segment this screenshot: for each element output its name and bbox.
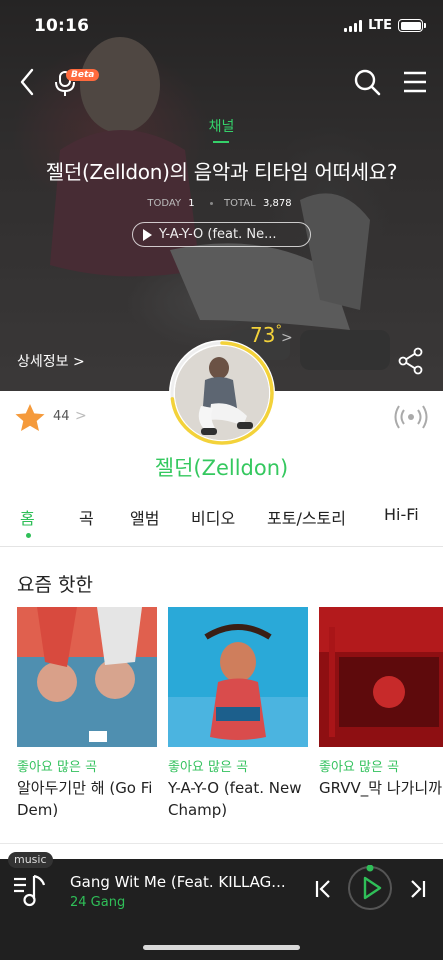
album-cover (17, 607, 157, 747)
temperature-chevron-icon: > (281, 330, 293, 346)
detail-info-link[interactable]: 상세정보 > (17, 351, 85, 371)
card-tag: 좋아요 많은 곡 (319, 760, 400, 775)
featured-song-button[interactable]: Y-A-Y-O (feat. Ne... (132, 222, 311, 247)
play-button[interactable] (347, 865, 393, 911)
card-tag: 좋아요 많은 곡 (168, 760, 249, 775)
battery-icon (398, 19, 426, 32)
back-icon[interactable] (14, 66, 42, 98)
trending-card[interactable]: 좋아요 많은 곡 GRVV_막 나가니까 (319, 607, 443, 797)
album-cover (168, 607, 308, 747)
artist-avatar-ring[interactable] (169, 340, 275, 446)
tab-photo-story[interactable]: 포토/스토리 (267, 505, 346, 529)
search-icon[interactable] (352, 67, 382, 97)
today-label: TODAY (147, 198, 182, 209)
status-bar: 10:16 LTE (0, 0, 443, 54)
card-title: 알아두기만 해 (Go Fi Dem) (17, 779, 153, 819)
fan-count[interactable]: 44 (53, 409, 70, 424)
tab-albums[interactable]: 앨범 (130, 505, 159, 529)
active-tab-indicator (26, 533, 31, 538)
play-icon (143, 228, 152, 241)
cellular-signal-icon (344, 19, 363, 32)
playlist-icon[interactable] (12, 872, 48, 908)
tabs-divider (0, 546, 443, 547)
channel-label: 채널 (208, 119, 235, 135)
tab-home[interactable]: 홈 (20, 505, 35, 529)
status-time: 10:16 (34, 16, 90, 36)
total-label: TOTAL (224, 198, 256, 209)
visit-stats: TODAY 1 TOTAL 3,878 (0, 198, 443, 209)
share-icon[interactable] (398, 347, 424, 375)
tab-hifi[interactable]: Hi-Fi (384, 505, 419, 524)
total-value: 3,878 (262, 198, 292, 209)
now-playing-title[interactable]: Gang Wit Me (Feat. KILLAG... (70, 873, 300, 891)
home-indicator (143, 945, 300, 950)
previous-track-icon[interactable] (312, 877, 336, 901)
featured-song-title: Y-A-Y-O (feat. Ne... (159, 227, 277, 242)
album-cover (319, 607, 443, 747)
card-title: GRVV_막 나가니까 (319, 779, 443, 797)
fan-count-chevron-icon: > (75, 408, 87, 424)
section-title: 요즘 핫한 (17, 574, 93, 596)
status-indicators: LTE (344, 18, 426, 33)
star-icon[interactable] (14, 402, 46, 434)
card-title: Y-A-Y-O (feat. New Champ) (168, 779, 302, 819)
beta-badge: Beta (66, 69, 100, 81)
network-type: LTE (368, 18, 392, 33)
trending-card[interactable]: 좋아요 많은 곡 Y-A-Y-O (feat. New Champ) (168, 607, 308, 819)
next-track-icon[interactable] (405, 877, 429, 901)
tab-songs[interactable]: 곡 (79, 505, 94, 529)
artist-photo (175, 346, 269, 440)
today-value: 1 (188, 198, 195, 209)
card-tag: 좋아요 많은 곡 (17, 760, 98, 775)
radio-broadcast-icon[interactable] (393, 402, 429, 432)
channel-underline (213, 141, 229, 143)
trending-card[interactable]: 좋아요 많은 곡 알아두기만 해 (Go Fi Dem) (17, 607, 157, 819)
artist-name: 젤던(Zelldon) (154, 456, 289, 480)
section-divider (0, 843, 443, 844)
avatar (175, 346, 269, 440)
menu-icon[interactable] (401, 68, 429, 96)
now-playing-artist[interactable]: 24 Gang (70, 895, 125, 910)
music-tag: music (8, 852, 53, 868)
channel-hero: 10:16 LTE Beta 채널 젤던(Zelldon)의 음악과 티타임 어… (0, 0, 443, 391)
channel-title: 젤던(Zelldon)의 음악과 티타임 어떠세요? (45, 160, 398, 184)
tab-videos[interactable]: 비디오 (191, 505, 235, 529)
artist-tabs: 홈 곡 앨범 비디오 포토/스토리 Hi-Fi (0, 505, 443, 545)
podcast-beta-button[interactable]: Beta (52, 66, 100, 98)
